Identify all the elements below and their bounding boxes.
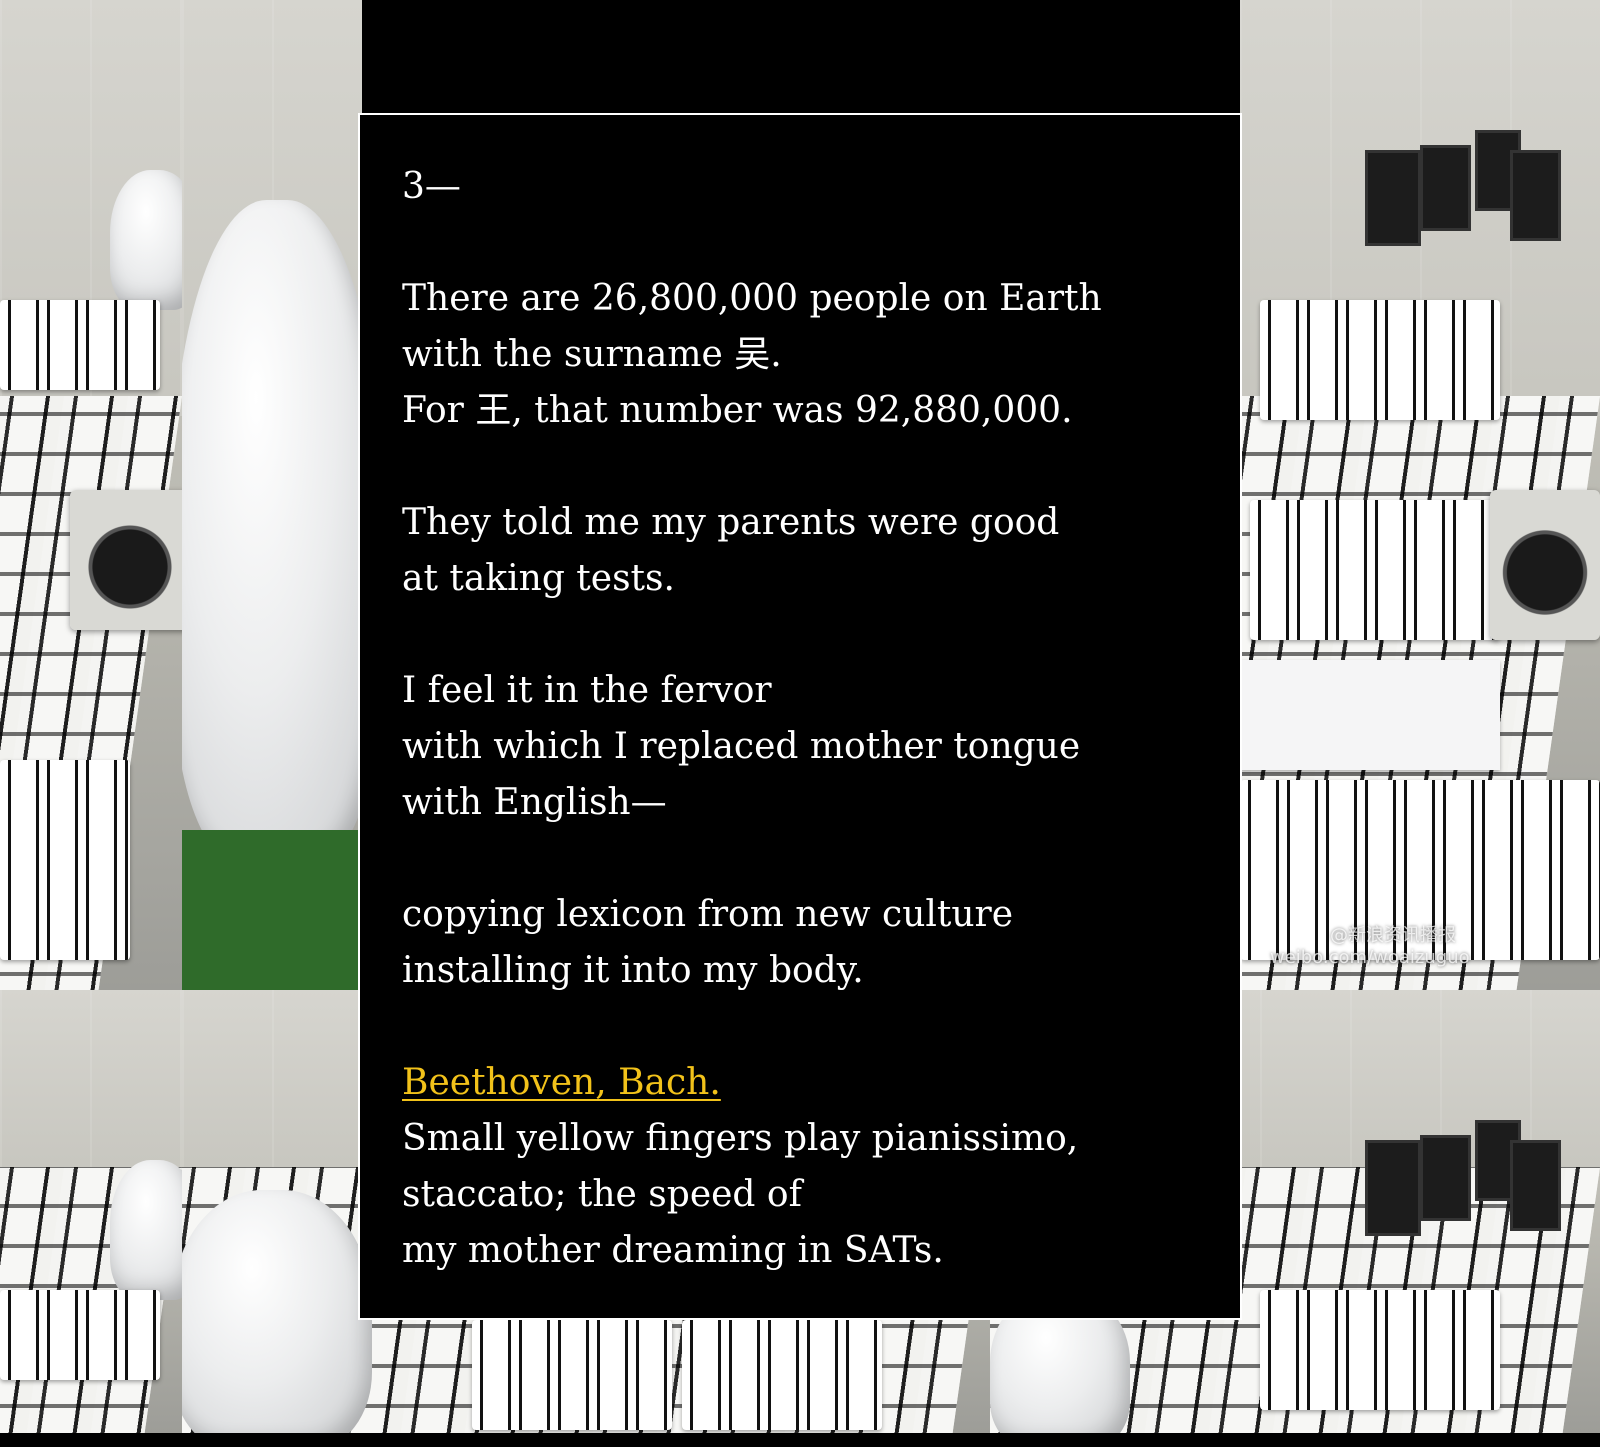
stanza: There are 26,800,000 people on Earth wit… (402, 271, 1200, 439)
page: @新浪资讯播报 weibo.com/woaizuguo 3— There are… (0, 0, 1600, 1447)
poem-line: For 王, that number was 92,880,000. (402, 390, 1073, 431)
poem-line: They told me my parents were good (402, 502, 1060, 543)
poem-line: installing it into my body. (402, 950, 864, 991)
poem-line: with the surname 吴. (402, 334, 782, 375)
poem-line: I feel it in the fervor (402, 670, 772, 711)
poem-line: copying lexicon from new culture (402, 894, 1014, 935)
poem-line: Small yellow fingers play pianissimo, (402, 1118, 1079, 1159)
background-photo-tile (182, 0, 362, 990)
background-photo-tile (0, 990, 182, 1433)
poem-line: with which I replaced mother tongue (402, 726, 1081, 767)
stanza: Beethoven, Bach. Small yellow fingers pl… (402, 1055, 1200, 1279)
watermark-line: @新浪资讯播报 (1330, 925, 1456, 946)
stanza: copying lexicon from new culture install… (402, 887, 1200, 999)
poem-card: 3— There are 26,800,000 people on Earth … (358, 113, 1242, 1320)
section-number: 3— (402, 166, 461, 207)
watermark-line: weibo.com/woaizuguo (1270, 947, 1470, 968)
poem-line: at taking tests. (402, 558, 675, 599)
background-photo-tile (0, 0, 182, 990)
beethoven-bach-link[interactable]: Beethoven, Bach. (402, 1062, 721, 1103)
poem-line: staccato; the speed of (402, 1174, 802, 1215)
poem-line: There are 26,800,000 people on Earth (402, 278, 1102, 319)
poem-line: with English— (402, 782, 667, 823)
poem-line: my mother dreaming in SATs. (402, 1230, 944, 1271)
watermark-text: @新浪资讯播报 weibo.com/woaizuguo (1270, 925, 1470, 969)
stanza: I feel it in the fervor with which I rep… (402, 663, 1200, 831)
background-photo-tile: @新浪资讯播报 weibo.com/woaizuguo (1240, 0, 1600, 990)
bottom-edge (0, 1433, 1600, 1447)
poem-line: Beethoven, Bach. (402, 1055, 1200, 1111)
stanza: They told me my parents were good at tak… (402, 495, 1200, 607)
